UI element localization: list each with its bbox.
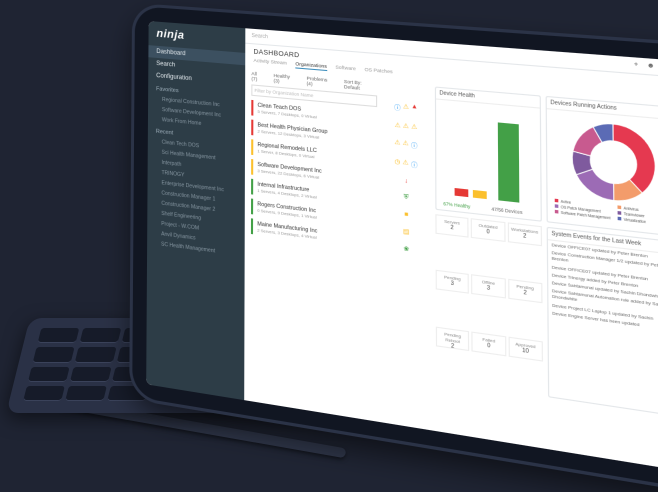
status-icons: ◷ ⚠ ⓘ — [395, 158, 418, 170]
warning-bar[interactable] — [472, 190, 487, 200]
devices-running-actions-panel: Devices Running Actions Active Antivirus O… — [545, 95, 658, 238]
status-tile-label: Pending Reboot — [444, 330, 462, 344]
status-tile-value: 0 — [487, 342, 491, 350]
status-tile[interactable]: Offline 3 — [471, 274, 506, 299]
sort-dropdown[interactable]: Sort By: Default — [344, 79, 377, 92]
info-icon: ⓘ — [410, 162, 418, 171]
status-tile[interactable]: Workstations 2 — [507, 222, 543, 247]
status-icons-column: ⓘ ⚠ ▲ ⚠ ⚠ ⚠ ⚠ ⚠ ⓘ ◷ ⚠ ⓘ ↓ ⛨ ■ ▤ ❀ — [384, 82, 430, 425]
status-tile-value: 10 — [522, 347, 529, 355]
recent-list: Clean Tech DOS Sci Health Management Inter… — [147, 136, 245, 260]
device-health-panel: Device Health 67% Healthy 47/56 Devices — [434, 86, 542, 222]
keyboard-key — [79, 328, 122, 344]
problem-bar[interactable] — [454, 188, 469, 198]
keyboard-key — [32, 347, 75, 363]
status-tile[interactable]: Servers 2 — [435, 214, 469, 238]
warning-icon: ⚠ — [402, 140, 409, 148]
user-icon[interactable]: ☻ — [647, 62, 655, 70]
keyboard-key — [74, 347, 117, 363]
keyboard-key — [23, 385, 65, 401]
keyboard-key — [69, 366, 112, 382]
status-icons: ▤ — [403, 228, 409, 236]
sidebar: ninja Dashboard Search Configuration Fav… — [146, 21, 246, 401]
status-icons: ⚠ ⚠ ⓘ — [394, 139, 417, 151]
legend-swatch — [617, 205, 622, 210]
warning-icon: ⚠ — [402, 123, 409, 131]
keyboard-key — [27, 366, 70, 382]
device-health-chart — [447, 104, 533, 204]
keyboard-key — [64, 385, 107, 401]
warning-icon: ⚠ — [411, 124, 418, 132]
status-icons: ⓘ ⚠ ▲ — [394, 102, 418, 114]
healthy-bar[interactable] — [497, 122, 520, 203]
widgets-lower-row: Servers 2 Outdated 0 Workstations 2 Pending 3 Of… — [435, 214, 658, 419]
status-icons: ■ — [404, 212, 408, 219]
warning-icon: ⚠ — [402, 159, 409, 167]
monitor-icon: ▤ — [403, 228, 410, 237]
status-tile-value: 3 — [450, 280, 454, 288]
scene: ninja Dashboard Search Configuration Fav… — [0, 0, 658, 492]
status-tile-value: 2 — [450, 224, 454, 232]
legend-swatch — [554, 209, 559, 214]
filter-problems[interactable]: Problems (4) — [307, 76, 334, 89]
dashboard-content: All (7) Healthy (3) Problems (4) Sort By… — [244, 66, 658, 473]
status-tile[interactable]: Outdated 0 — [471, 218, 506, 242]
status-tile-value: 2 — [523, 290, 527, 298]
status-tile[interactable]: Failed 0 — [471, 331, 506, 356]
tablet-frame: ninja Dashboard Search Configuration Fav… — [132, 6, 658, 492]
event-list: Device OFFICE07 updated by Peter Brenton… — [548, 240, 658, 334]
top-icons: + ☻ ? ⇥ — [634, 61, 658, 73]
status-icons: ⛨ — [404, 194, 409, 202]
tab-os-patches[interactable]: OS Patches — [365, 68, 393, 77]
warning-icon: ⚠ — [402, 104, 409, 112]
status-icons: ↓ — [404, 178, 407, 185]
down-arrow-icon: ↓ — [404, 178, 408, 186]
status-tiles: Servers 2 Outdated 0 Workstations 2 Pending 3 Of… — [435, 214, 543, 396]
legend-swatch — [554, 204, 559, 208]
devices-count-label: 47/56 Devices — [491, 206, 523, 216]
search-input[interactable]: Search — [251, 33, 267, 40]
tab-organizations[interactable]: Organizations — [295, 62, 327, 72]
status-tile[interactable]: Pending 2 — [507, 279, 543, 304]
main-area: Search + ☻ ? ⇥ DASHBOARD Activity Stream… — [244, 28, 658, 473]
shield-icon: ⛨ — [403, 194, 409, 202]
info-icon: ⓘ — [410, 143, 418, 151]
status-tile[interactable]: Approved 10 — [508, 336, 543, 362]
widgets-column: Device Health 67% Healthy 47/56 Devices … — [434, 86, 658, 468]
warning-icon: ⚠ — [394, 122, 401, 130]
status-tile-value: 0 — [486, 228, 490, 236]
plus-icon[interactable]: + — [634, 61, 638, 69]
legend-swatch — [617, 211, 622, 215]
status-tile[interactable]: Pending 3 — [435, 270, 470, 295]
organization-list: Clean Teach DOS 5 Servers, 7 Desktops, 0 … — [250, 99, 378, 250]
leaf-icon: ❀ — [403, 246, 410, 254]
status-icons: ⚠ ⚠ ⚠ — [395, 122, 417, 132]
devices-running-donut-chart: ActiveAntivirusOS Patch ManagementTeamvi… — [554, 109, 658, 224]
tab-software[interactable]: Software — [335, 65, 355, 73]
status-tile[interactable]: Pending Reboot 2 — [435, 326, 470, 351]
info-icon: ⓘ — [394, 105, 401, 113]
filter-all[interactable]: All (7) — [251, 71, 263, 82]
legend-swatch — [617, 216, 622, 221]
status-tile-value: 2 — [451, 342, 455, 350]
healthy-label: 67% Healthy — [443, 200, 471, 210]
status-icons: ❀ — [403, 245, 409, 253]
legend-swatch — [554, 198, 559, 203]
folder-icon: ■ — [404, 211, 409, 219]
alert-icon: ▲ — [411, 103, 418, 111]
warning-icon: ⚠ — [394, 139, 401, 147]
widgets-top-row: Device Health 67% Healthy 47/56 Devices … — [434, 86, 658, 238]
clock-icon: ◷ — [394, 159, 401, 167]
system-events-panel: System Events for the Last Week Device O… — [546, 226, 658, 419]
keyboard-key — [37, 328, 80, 344]
organizations-column: All (7) Healthy (3) Problems (4) Sort By… — [250, 71, 378, 417]
status-tile-value: 3 — [486, 285, 491, 293]
filter-healthy[interactable]: Healthy (3) — [274, 73, 296, 85]
tab-activity-stream[interactable]: Activity Stream — [253, 59, 286, 68]
tablet-screen: ninja Dashboard Search Configuration Fav… — [146, 21, 658, 474]
